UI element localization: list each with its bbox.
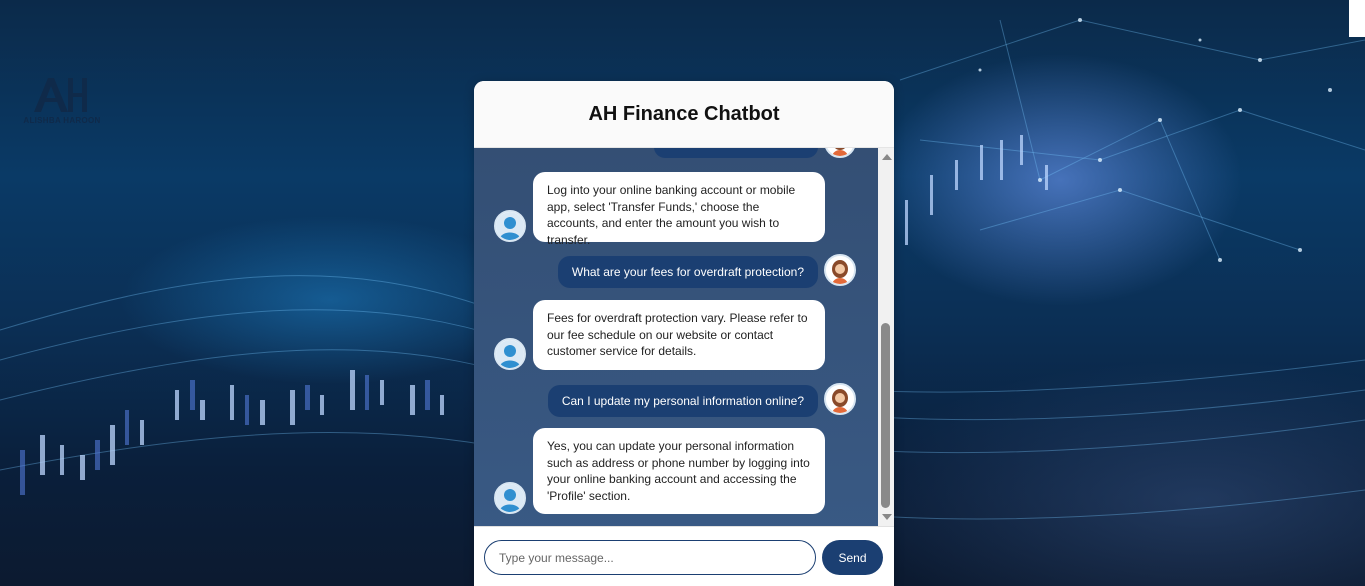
chat-header: AH Finance Chatbot [474,81,894,148]
scroll-down-icon[interactable] [882,514,892,520]
user-avatar-icon [824,254,856,286]
user-avatar-icon [824,148,856,158]
user-message-bubble: What are your fees for overdraft protect… [557,256,818,288]
brand-logo: ALISHBA HAROON [20,76,104,128]
message-input[interactable] [484,540,816,575]
send-button[interactable]: Send [822,540,883,575]
bot-message-bubble: Yes, you can update your personal inform… [533,428,825,514]
bot-avatar-icon [494,338,526,370]
scroll-thumb[interactable] [881,323,890,508]
chatbot-window: AH Finance Chatbot Log into your online … [474,81,894,586]
bot-avatar-icon [494,210,526,242]
message-scrollbar[interactable] [878,148,894,526]
user-message-bubble [654,148,818,158]
logo-text: ALISHBA HAROON [23,116,101,125]
bot-message-bubble: Log into your online banking account or … [533,172,825,247]
user-avatar-icon [824,383,856,415]
bot-message-bubble: Fees for overdraft protection vary. Plea… [533,300,825,370]
logo-mark-icon [34,78,87,112]
user-message-bubble: Can I update my personal information onl… [547,385,818,417]
chat-title: AH Finance Chatbot [588,102,780,125]
page-corner [1349,0,1365,37]
chat-input-area: Send [474,526,894,586]
scroll-up-icon[interactable] [882,154,892,160]
bot-avatar-icon [494,482,526,514]
message-list[interactable]: Log into your online banking account or … [474,148,878,526]
